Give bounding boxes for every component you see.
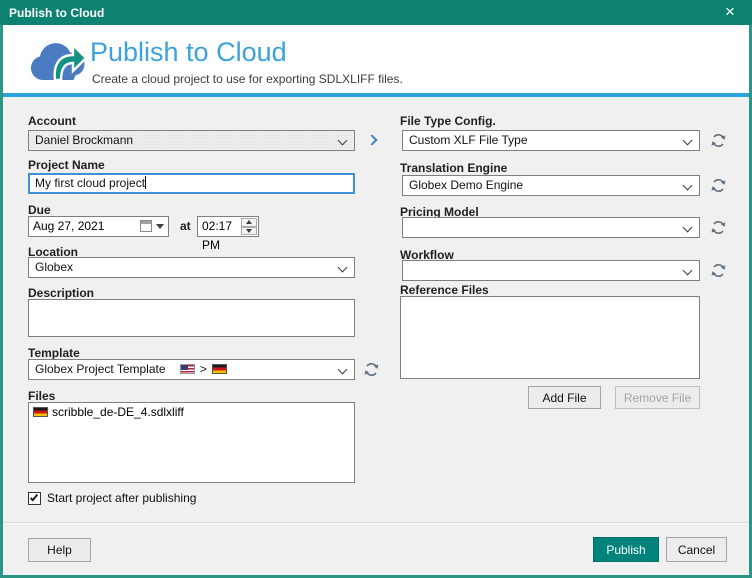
chevron-right-icon (366, 134, 377, 145)
de-flag-icon (33, 407, 48, 417)
refresh-icon (710, 132, 727, 149)
template-select[interactable]: Globex Project Template > (28, 359, 355, 380)
start-after-publishing-checkbox[interactable]: Start project after publishing (28, 491, 196, 505)
refresh-icon (710, 219, 727, 236)
project-name-input[interactable]: My first cloud project (28, 173, 355, 194)
account-details-button[interactable] (364, 132, 382, 150)
due-time-input[interactable]: 02:17 PM (197, 216, 259, 237)
checkbox-label: Start project after publishing (47, 491, 196, 505)
refresh-icon (710, 262, 727, 279)
chevron-down-icon (683, 223, 693, 233)
workflow-refresh-button[interactable] (710, 262, 727, 279)
cloud-publish-icon (29, 34, 87, 91)
due-label: Due (28, 203, 51, 217)
file-type-config-refresh-button[interactable] (710, 132, 727, 149)
help-button[interactable]: Help (28, 538, 91, 562)
chevron-down-icon (683, 266, 693, 276)
checkmark-icon (30, 492, 38, 501)
publish-to-cloud-dialog: Publish to Cloud × Publish to Cloud Crea… (0, 0, 752, 578)
pricing-model-select[interactable] (402, 217, 700, 238)
template-value: Globex Project Template (35, 362, 166, 376)
pricing-model-refresh-button[interactable] (710, 219, 727, 236)
time-spinner-down-button[interactable] (241, 227, 257, 236)
description-textarea[interactable] (28, 299, 355, 337)
remove-file-button[interactable]: Remove File (615, 386, 700, 409)
translation-engine-label: Translation Engine (400, 161, 507, 175)
dialog-body: Publish to Cloud Create a cloud project … (0, 25, 752, 578)
de-flag-icon (212, 364, 227, 374)
file-name: scribble_de-DE_4.sdlxliff (52, 405, 184, 419)
files-label: Files (28, 389, 55, 403)
spinner-down-icon (246, 229, 252, 233)
account-label: Account (28, 114, 76, 128)
chevron-down-icon (683, 136, 693, 146)
chevron-down-icon (338, 263, 348, 273)
cancel-button[interactable]: Cancel (666, 537, 727, 562)
footer-divider (3, 522, 749, 524)
us-flag-icon (180, 364, 195, 374)
location-select[interactable]: Globex (28, 257, 355, 278)
translation-engine-select[interactable]: Globex Demo Engine (402, 175, 700, 196)
description-label: Description (28, 286, 94, 300)
spinner-up-icon (246, 220, 252, 224)
window-title: Publish to Cloud (0, 6, 104, 20)
refresh-icon (710, 177, 727, 194)
checkbox-box[interactable] (28, 492, 41, 505)
publish-button[interactable]: Publish (593, 537, 659, 562)
text-caret (145, 176, 146, 189)
refresh-icon (363, 361, 380, 378)
account-select[interactable]: Daniel Brockmann (28, 130, 355, 151)
page-subtitle: Create a cloud project to use for export… (92, 72, 403, 86)
template-refresh-button[interactable] (363, 361, 380, 378)
due-at-label: at (180, 219, 191, 233)
close-icon[interactable]: × (718, 0, 742, 25)
file-type-config-value: Custom XLF File Type (409, 133, 528, 147)
chevron-down-icon (338, 136, 348, 146)
chevron-down-icon (683, 181, 693, 191)
translation-engine-refresh-button[interactable] (710, 177, 727, 194)
reference-files-listbox[interactable] (400, 296, 700, 379)
workflow-select[interactable] (402, 260, 700, 281)
template-label: Template (28, 346, 80, 360)
time-spinner-up-button[interactable] (241, 218, 257, 227)
location-value: Globex (35, 260, 73, 274)
page-title: Publish to Cloud (90, 37, 287, 68)
due-date-value: Aug 27, 2021 (33, 219, 104, 233)
add-file-button[interactable]: Add File (528, 386, 601, 409)
chevron-down-icon (156, 224, 164, 229)
dialog-header: Publish to Cloud Create a cloud project … (3, 25, 749, 97)
files-listbox[interactable]: scribble_de-DE_4.sdlxliff (28, 402, 355, 483)
calendar-icon (140, 220, 152, 232)
language-pair-separator: > (198, 362, 209, 376)
project-name-value: My first cloud project (35, 176, 145, 190)
due-date-picker[interactable]: Aug 27, 2021 (28, 216, 169, 237)
account-value: Daniel Brockmann (35, 133, 133, 147)
translation-engine-value: Globex Demo Engine (409, 178, 523, 192)
file-list-item[interactable]: scribble_de-DE_4.sdlxliff (29, 403, 354, 421)
file-type-config-label: File Type Config. (400, 114, 496, 128)
titlebar: Publish to Cloud × (0, 0, 752, 25)
due-time-value: 02:17 PM (202, 219, 232, 252)
project-name-label: Project Name (28, 158, 105, 172)
file-type-config-select[interactable]: Custom XLF File Type (402, 130, 700, 151)
chevron-down-icon (338, 365, 348, 375)
reference-files-label: Reference Files (400, 283, 489, 297)
